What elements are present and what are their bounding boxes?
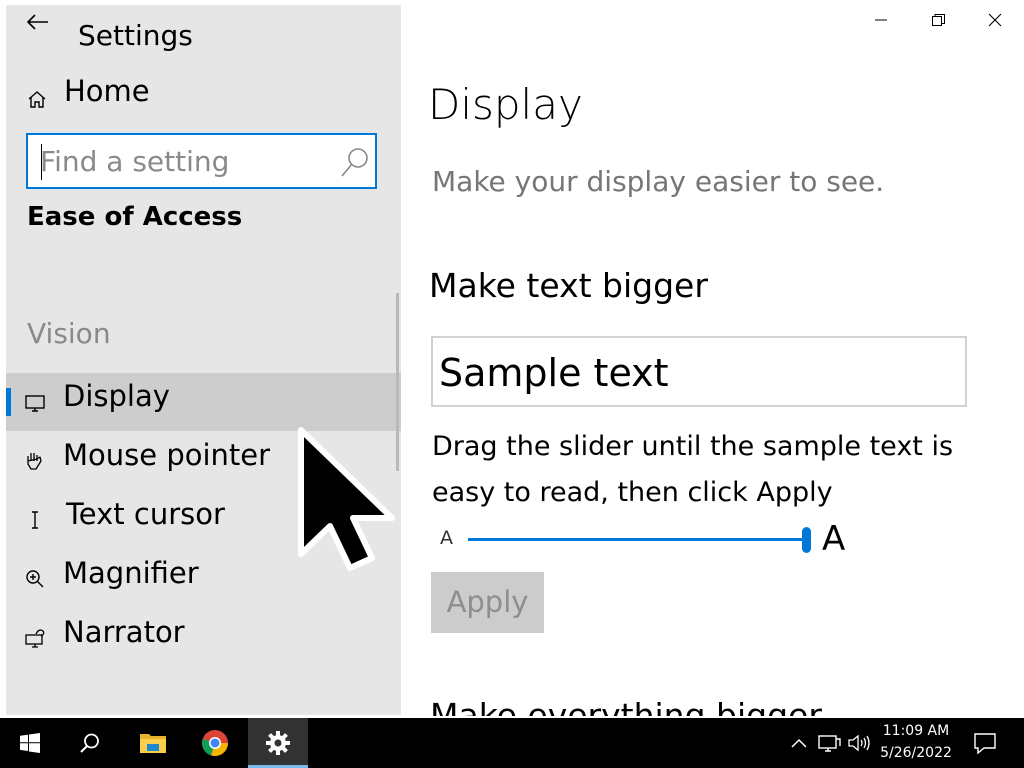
sidebar-item-mouse-pointer[interactable]: Mouse pointer [6,432,401,490]
selection-indicator [6,388,11,416]
app-title: Settings [78,19,193,52]
heading-text: Make everything bigger [430,700,822,716]
clock-date: 5/26/2022 [880,745,952,761]
search-box[interactable] [26,133,377,189]
action-center-icon[interactable] [972,730,998,756]
sidebar-item-narrator[interactable]: Narrator [6,609,401,667]
group-title: Vision [27,317,111,350]
start-button[interactable] [0,718,60,768]
page-title: Display [428,80,583,129]
mouse-pointer-icon [27,453,42,470]
sample-text: Sample text [439,351,669,395]
sidebar-item-label: Text cursor [66,497,225,531]
sidebar-scrollbar[interactable] [396,293,399,471]
page-description: Make your display easier to see. [432,165,885,198]
sidebar-item-display[interactable]: Display [6,373,401,431]
narrator-icon [25,629,45,648]
text-size-slider[interactable] [466,524,816,554]
sample-text-box: Sample text [431,336,967,407]
magnifier-icon [26,570,44,588]
make-everything-bigger-heading: Make everything bigger [430,700,822,716]
volume-icon[interactable] [846,730,872,756]
slider-instructions: Drag the slider until the sample text is… [432,431,954,508]
taskbar-chrome[interactable] [185,718,245,768]
close-icon [988,13,1002,27]
clock-time: 11:09 AM [882,723,950,739]
file-explorer-icon [140,734,166,753]
text-caret [41,144,42,180]
search-icon [80,733,99,753]
settings-sidebar: Settings Home Ease of Access Vision Disp… [6,5,401,715]
text-cursor-icon [32,511,38,529]
start-icon [20,733,40,753]
taskbar: 11:09 AM 5/26/2022 [0,718,1024,768]
sidebar-item-text-cursor[interactable]: Text cursor [6,491,401,549]
show-hidden-icons-icon[interactable] [786,730,812,756]
apply-button[interactable]: Apply [431,572,544,633]
restore-button[interactable] [910,6,966,36]
taskbar-search-button[interactable] [60,718,120,768]
sidebar-item-label: Mouse pointer [63,438,271,472]
taskbar-clock[interactable]: 11:09 AM 5/26/2022 [876,720,956,764]
minimize-button[interactable] [853,6,909,36]
search-icon[interactable] [337,144,373,180]
slider-thumb[interactable] [802,527,811,553]
network-icon[interactable] [816,730,842,756]
back-arrow-icon [26,14,48,30]
slider-track[interactable] [468,538,808,541]
close-button[interactable] [967,6,1023,36]
section-title: Ease of Access [27,202,243,232]
slider-max-label: A [822,519,846,559]
sidebar-item-label: Display [63,379,170,413]
taskbar-settings[interactable] [248,718,308,768]
sidebar-item-label: Magnifier [63,556,199,590]
sidebar-item-home[interactable]: Home [6,70,401,120]
home-icon [28,91,46,108]
back-button[interactable] [18,8,54,40]
restore-icon [932,14,945,26]
sidebar-item-magnifier[interactable]: Magnifier [6,550,401,608]
slider-min-label: A [440,527,453,549]
display-icon [25,395,45,412]
minimize-icon [875,19,887,21]
chrome-icon [201,730,229,757]
search-input[interactable] [40,139,330,183]
settings-icon [266,731,290,755]
taskbar-file-explorer[interactable] [123,718,183,768]
text-size-heading: Make text bigger [429,266,708,305]
sidebar-item-label: Home [64,74,150,108]
sidebar-item-label: Narrator [63,615,185,649]
